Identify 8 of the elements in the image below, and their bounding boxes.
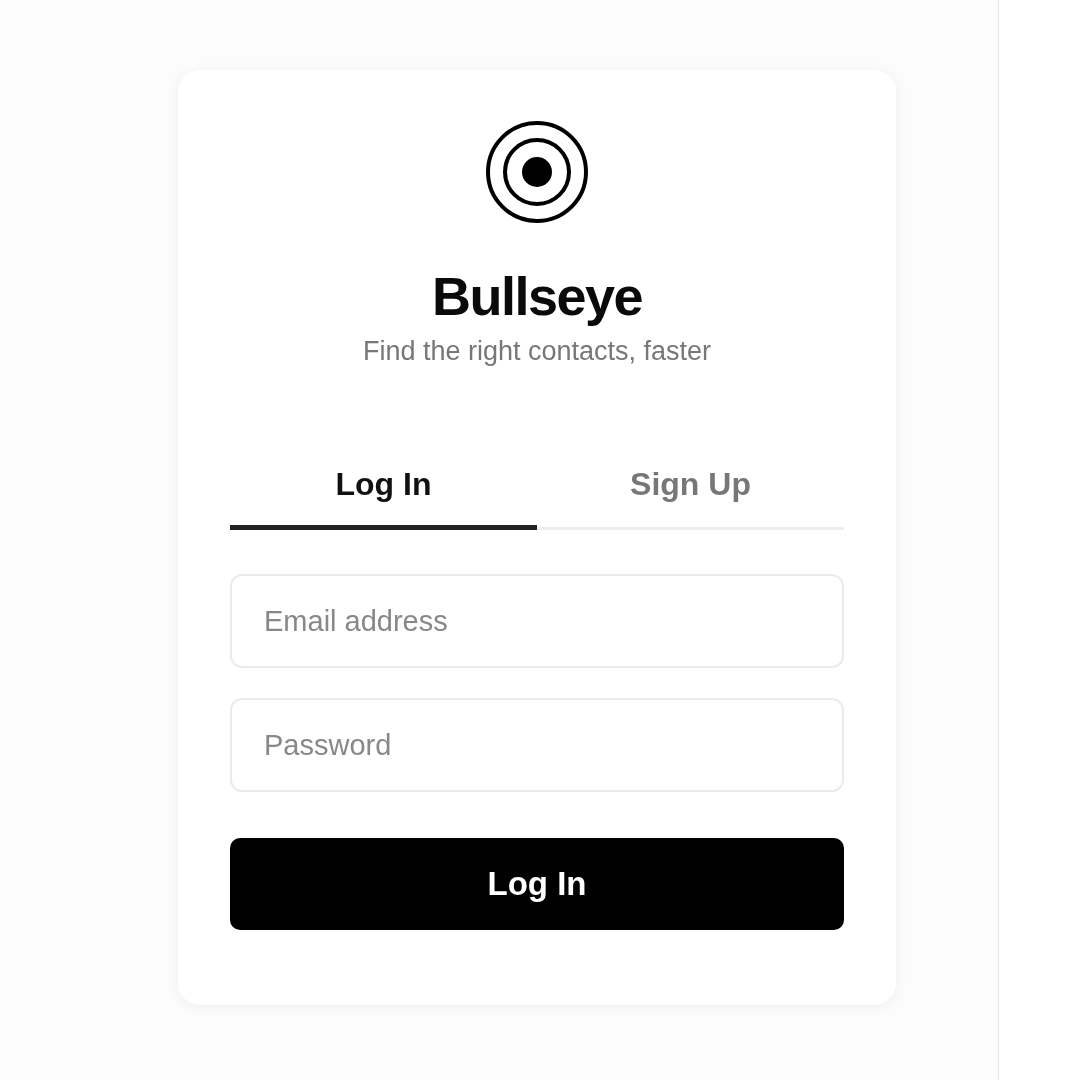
input-field[interactable]: Password (230, 698, 844, 792)
app-tagline: Find the right contacts, faster (362, 335, 712, 368)
tab[interactable]: Log In (230, 454, 537, 530)
app-title: Bullseye (431, 265, 643, 328)
tab[interactable]: Sign Up (537, 454, 844, 530)
input-field[interactable]: Email address (230, 574, 844, 668)
target-icon (485, 120, 589, 224)
login-button[interactable]: Log In (230, 838, 844, 930)
